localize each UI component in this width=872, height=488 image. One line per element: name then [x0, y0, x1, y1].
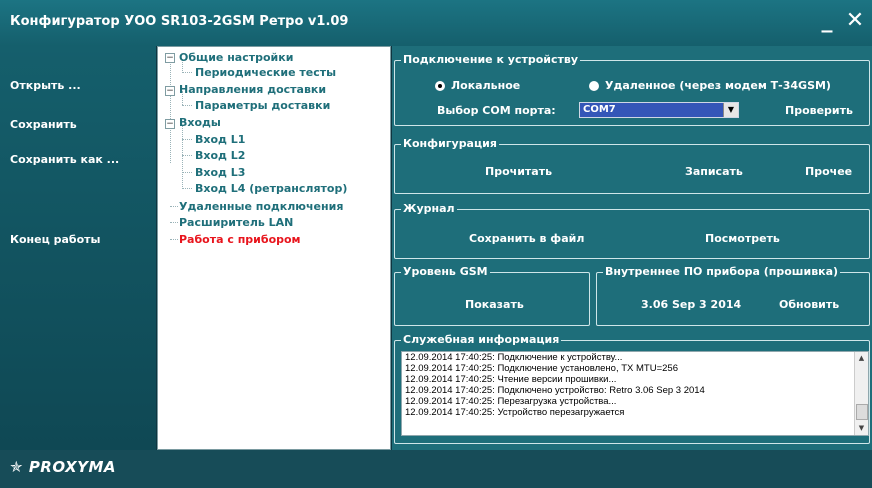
title-bar: Конфигуратор УОО SR103-2GSM Ретро v1.09 … [0, 0, 872, 46]
gsm-legend: Уровень GSM [401, 265, 490, 278]
service-legend: Служебная информация [401, 333, 562, 346]
radio-local[interactable] [435, 81, 445, 91]
radio-remote[interactable] [589, 81, 599, 91]
sidebar-item-open[interactable]: Открыть ... [10, 79, 81, 92]
radio-local-label[interactable]: Локальное [451, 79, 520, 92]
com-port-label: Выбор COM порта: [437, 104, 556, 117]
check-button[interactable]: Проверить [785, 104, 853, 117]
service-info-group: Служебная информация 12.09.2014 17:40:25… [394, 333, 870, 444]
footer: ✯ PROXYMA [0, 450, 872, 488]
log-line: 12.09.2014 17:40:25: Чтение версии проши… [405, 374, 617, 385]
tree-item-remote[interactable]: Удаленные подключения [179, 200, 343, 213]
radio-remote-label[interactable]: Удаленное (через модем Т-34GSM) [605, 79, 831, 92]
log-line: 12.09.2014 17:40:25: Подключение к устро… [405, 352, 623, 363]
connection-legend: Подключение к устройству [401, 53, 581, 66]
sidebar-item-save[interactable]: Сохранить [10, 118, 77, 131]
service-log[interactable]: 12.09.2014 17:40:25: Подключение к устро… [401, 351, 869, 436]
sidebar-item-save-as[interactable]: Сохранить как ... [10, 153, 119, 166]
firmware-group: Внутреннее ПО прибора (прошивка) 3.06 Se… [596, 265, 870, 326]
log-line: 12.09.2014 17:40:25: Перезагрузка устрой… [405, 396, 617, 407]
log-line: 12.09.2014 17:40:25: Устройство перезагр… [405, 407, 625, 418]
tree-item-general[interactable]: Общие настройки [179, 51, 293, 64]
sidebar: Открыть ... Сохранить Сохранить как ... … [0, 46, 156, 450]
tree-item-delivery-directions[interactable]: Направления доставки [179, 83, 326, 96]
minimize-button[interactable]: _ [816, 10, 838, 34]
show-gsm-button[interactable]: Показать [465, 298, 524, 311]
collapse-icon[interactable]: − [165, 119, 175, 129]
read-button[interactable]: Прочитать [485, 165, 552, 178]
configuration-legend: Конфигурация [401, 137, 499, 150]
log-line: 12.09.2014 17:40:25: Подключение установ… [405, 363, 678, 374]
tree-item-lan-extender[interactable]: Расширитель LAN [179, 216, 293, 229]
log-line: 12.09.2014 17:40:25: Подключено устройст… [405, 385, 705, 396]
settings-tree: − Общие настройки Периодические тесты − … [157, 46, 391, 450]
journal-legend: Журнал [401, 202, 457, 215]
update-firmware-button[interactable]: Обновить [779, 298, 839, 311]
connection-group: Подключение к устройству Локальное Удале… [394, 53, 870, 126]
window-title: Конфигуратор УОО SR103-2GSM Ретро v1.09 [10, 14, 349, 29]
main-panel: Подключение к устройству Локальное Удале… [392, 46, 872, 450]
logo-text: PROXYMA [28, 458, 117, 476]
scroll-down-icon[interactable]: ▼ [855, 422, 868, 435]
star-icon: ✯ [10, 458, 24, 476]
save-to-file-button[interactable]: Сохранить в файл [469, 232, 584, 245]
chevron-down-icon[interactable]: ▼ [723, 103, 738, 117]
com-port-select[interactable]: COM7 ▼ [579, 102, 739, 118]
scroll-up-icon[interactable]: ▲ [855, 352, 868, 365]
close-button[interactable]: ✕ [844, 10, 866, 34]
journal-group: Журнал Сохранить в файл Посмотреть [394, 202, 870, 259]
tree-item-delivery-params[interactable]: Параметры доставки [195, 99, 330, 112]
tree-item-input-l2[interactable]: Вход L2 [195, 149, 245, 162]
gsm-group: Уровень GSM Показать [394, 265, 590, 326]
proxyma-logo: ✯ PROXYMA [10, 458, 116, 476]
configuration-group: Конфигурация Прочитать Записать Прочее [394, 137, 870, 194]
tree-item-periodic-tests[interactable]: Периодические тесты [195, 66, 336, 79]
firmware-version: 3.06 Sep 3 2014 [641, 298, 742, 311]
tree-item-input-l3[interactable]: Вход L3 [195, 166, 245, 179]
view-journal-button[interactable]: Посмотреть [705, 232, 780, 245]
tree-item-input-l1[interactable]: Вход L1 [195, 133, 245, 146]
other-button[interactable]: Прочее [805, 165, 852, 178]
tree-item-inputs[interactable]: Входы [179, 116, 221, 129]
log-scrollbar[interactable]: ▲ ▼ [854, 352, 868, 435]
firmware-legend: Внутреннее ПО прибора (прошивка) [603, 265, 841, 278]
collapse-icon[interactable]: − [165, 53, 175, 63]
scroll-thumb[interactable] [856, 404, 868, 420]
write-button[interactable]: Записать [685, 165, 743, 178]
collapse-icon[interactable]: − [165, 86, 175, 96]
tree-item-device-work[interactable]: Работа с прибором [179, 233, 301, 246]
sidebar-item-exit[interactable]: Конец работы [10, 233, 100, 246]
com-port-value: COM7 [583, 104, 616, 115]
tree-item-input-l4[interactable]: Вход L4 (ретранслятор) [195, 182, 347, 195]
